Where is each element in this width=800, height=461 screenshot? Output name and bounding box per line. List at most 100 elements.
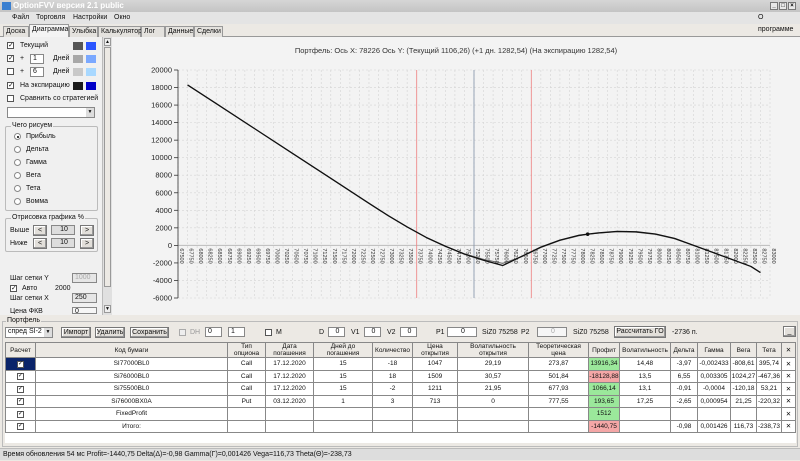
delete-row-icon[interactable]: ✕ xyxy=(781,382,796,396)
days-1-color-swatch-2[interactable] xyxy=(86,55,96,63)
import-button[interactable]: Импорт xyxy=(61,327,91,338)
scrollbar-thumb[interactable] xyxy=(104,47,111,287)
close-button[interactable]: × xyxy=(788,2,796,10)
radio-theta[interactable] xyxy=(14,185,21,192)
days-1-input[interactable]: 1 xyxy=(30,54,44,64)
plus-days-6-checkbox[interactable] xyxy=(7,68,14,75)
radio-gamma[interactable] xyxy=(14,159,21,166)
p1-input[interactable]: 0 xyxy=(447,327,477,337)
column-header[interactable]: Теоретическая цена xyxy=(528,342,589,358)
auto-checkbox[interactable]: ✓ xyxy=(10,285,17,292)
current-color-swatch-2[interactable] xyxy=(86,42,96,50)
tab-calculator[interactable]: Калькулятор xyxy=(98,26,142,37)
table-row[interactable]: ✓ Итого: -1440,75 -0,98 0,001426 116,73 -238,7… xyxy=(5,419,796,433)
below-increase-button[interactable]: > xyxy=(80,238,94,249)
menu-file[interactable]: Файл xyxy=(12,12,29,24)
column-header[interactable]: Волатильность открытия xyxy=(457,342,529,358)
radio-profit[interactable] xyxy=(14,133,21,140)
dh-checkbox[interactable] xyxy=(179,329,186,336)
menu-window[interactable]: Окно xyxy=(114,12,130,24)
current-color-swatch[interactable] xyxy=(73,42,83,50)
days-1-color-swatch[interactable] xyxy=(73,55,83,63)
days-6-color-swatch-2[interactable] xyxy=(86,68,96,76)
radio-delta[interactable] xyxy=(14,146,21,153)
delete-row-icon[interactable]: ✕ xyxy=(781,407,796,421)
partial-input[interactable]: 0 xyxy=(72,307,97,314)
p2-input[interactable]: 0 xyxy=(537,327,567,337)
menu-trading[interactable]: Торговля xyxy=(36,12,65,24)
calc-checkbox[interactable]: ✓ xyxy=(5,369,36,383)
column-header[interactable]: Расчет xyxy=(5,342,36,358)
table-row[interactable]: ✓ Si76000BX0A Put 03.12.2020 1 3 713 0 777,55 193… xyxy=(5,394,796,408)
delete-row-icon[interactable]: ✕ xyxy=(781,357,796,371)
dh-spinner-2[interactable]: 1 xyxy=(228,327,245,337)
table-row[interactable]: ✓ SI77000BL0 Call 17.12.2020 15 -18 1047 29,19 2… xyxy=(5,357,796,371)
days-6-input[interactable]: 6 xyxy=(30,67,44,77)
radio-vega[interactable] xyxy=(14,172,21,179)
column-header[interactable]: Волатильность xyxy=(619,342,671,358)
column-header[interactable]: Дней до погашения xyxy=(313,342,373,358)
minimize-panel-button[interactable]: _ xyxy=(783,326,796,337)
column-header[interactable]: ✕ xyxy=(781,342,796,358)
column-header[interactable]: Тип опциона xyxy=(227,342,266,358)
delete-row-icon[interactable]: ✕ xyxy=(781,419,796,433)
column-header[interactable]: Дата погашения xyxy=(265,342,314,358)
below-decrease-button[interactable]: < xyxy=(33,238,47,249)
radio-vomma[interactable] xyxy=(14,198,21,205)
above-increase-button[interactable]: > xyxy=(80,225,94,236)
expiration-checkbox[interactable]: ✓ xyxy=(7,82,14,89)
calc-checkbox[interactable]: ✓ xyxy=(5,357,36,371)
column-header[interactable]: Гамма xyxy=(697,342,731,358)
delete-row-icon[interactable]: ✕ xyxy=(781,394,796,408)
radio-label: Дельта xyxy=(26,146,49,153)
table-row[interactable]: ✓ Si75500BL0 Call 17.12.2020 15 -2 1211 21,95 67… xyxy=(5,382,796,396)
table-row[interactable]: ✓ Si76000BL0 Call 17.12.2020 15 18 1509 30,57 50… xyxy=(5,369,796,383)
tab-log[interactable]: Лог xyxy=(141,26,165,37)
menu-settings[interactable]: Настройки xyxy=(73,12,107,24)
tab-data[interactable]: Данные xyxy=(165,26,194,37)
minimize-button[interactable]: _ xyxy=(770,2,778,10)
table-cell: 17,25 xyxy=(619,394,671,408)
maximize-button[interactable]: □ xyxy=(779,2,787,10)
column-header[interactable]: Вега xyxy=(730,342,757,358)
grid-x-input[interactable]: 250 xyxy=(72,293,97,303)
dh-spinner-1[interactable]: 0 xyxy=(205,327,222,337)
expiration-color-swatch[interactable] xyxy=(73,82,83,90)
strategy-select[interactable]: спред SI-2 ▼ xyxy=(5,327,53,338)
chart-svg[interactable]: -6000 -4000 -2000 0 2000 4000 6000 8000 10000 120… xyxy=(112,37,800,315)
days-6-color-swatch[interactable] xyxy=(73,68,83,76)
tab-deals[interactable]: Сделки xyxy=(194,26,223,37)
delete-row-icon[interactable]: ✕ xyxy=(781,369,796,383)
tab-board[interactable]: Доска xyxy=(3,26,29,37)
scroll-down-arrow-icon[interactable]: ▼ xyxy=(104,305,111,313)
m-checkbox[interactable] xyxy=(265,329,272,336)
grid-y-input[interactable]: 1000 xyxy=(72,273,97,283)
column-header[interactable]: Дельта xyxy=(670,342,698,358)
v1-input[interactable]: 0 xyxy=(364,327,381,337)
tab-diagram[interactable]: Диаграмма xyxy=(29,24,69,37)
column-header[interactable]: Код бумаги xyxy=(35,342,228,358)
strategy-select[interactable]: ▼ xyxy=(7,107,95,118)
column-header[interactable]: Профит xyxy=(588,342,620,358)
calc-checkbox[interactable]: ✓ xyxy=(5,419,36,433)
compare-checkbox[interactable] xyxy=(7,95,14,102)
column-header[interactable]: Количество xyxy=(372,342,413,358)
expiration-color-swatch-2[interactable] xyxy=(86,82,96,90)
calc-checkbox[interactable]: ✓ xyxy=(5,382,36,396)
scroll-up-arrow-icon[interactable]: ▲ xyxy=(104,38,111,46)
delete-button[interactable]: Удалить xyxy=(95,327,125,338)
tab-smile[interactable]: Улыбка xyxy=(69,26,98,37)
calculate-margin-button[interactable]: Рассчитать ГО xyxy=(614,326,666,338)
current-checkbox[interactable]: ✓ xyxy=(7,42,14,49)
left-panel-scrollbar[interactable]: ▲ ▼ xyxy=(103,37,112,315)
save-button[interactable]: Сохранить xyxy=(130,327,169,338)
plus-days-1-checkbox[interactable]: ✓ xyxy=(7,55,14,62)
d-input[interactable]: 0 xyxy=(328,327,345,337)
calc-checkbox[interactable]: ✓ xyxy=(5,394,36,408)
above-decrease-button[interactable]: < xyxy=(33,225,47,236)
column-header[interactable]: Тета xyxy=(756,342,782,358)
column-header[interactable]: Цена открытия xyxy=(412,342,458,358)
calc-checkbox[interactable]: ✓ xyxy=(5,407,36,421)
table-row[interactable]: ✓ FixedProfit 1512 ✕ xyxy=(5,407,796,421)
v2-input[interactable]: 0 xyxy=(400,327,417,337)
